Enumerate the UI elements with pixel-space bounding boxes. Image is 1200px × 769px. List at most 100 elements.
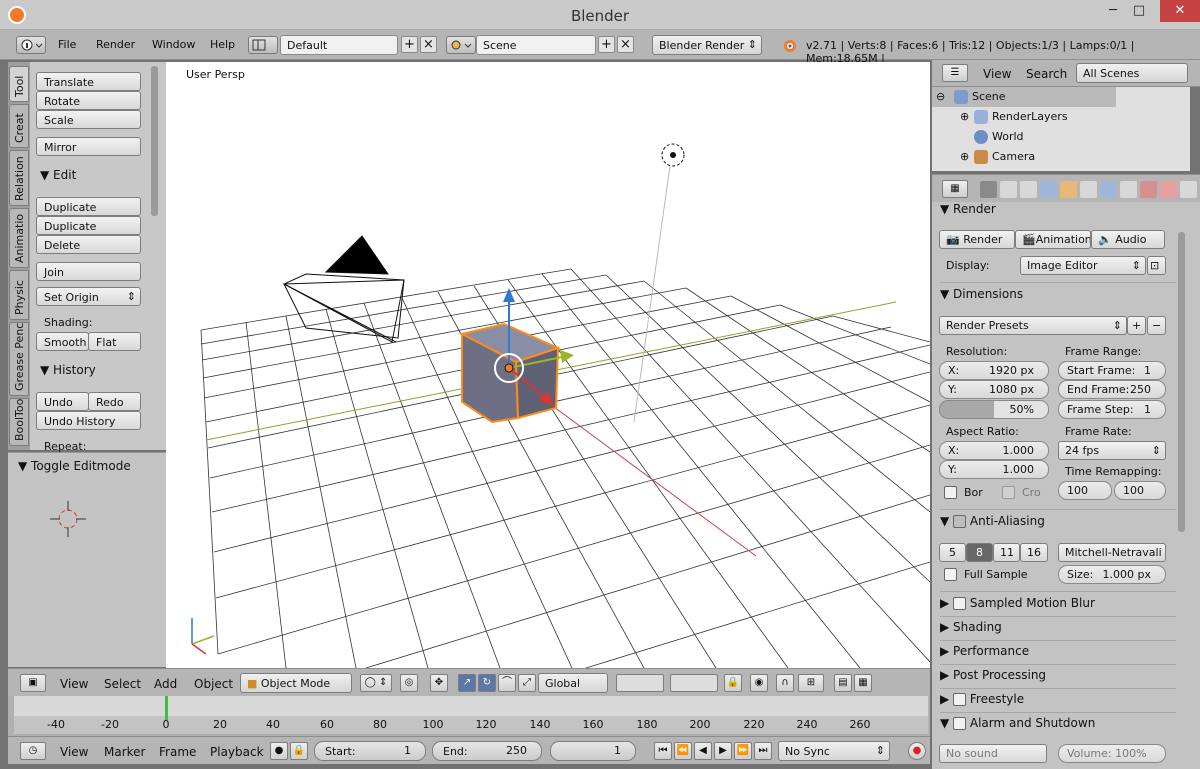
set-origin-select[interactable]: Set Origin ⇕ [36, 287, 141, 306]
duplicate-linked-button[interactable]: Duplicate Linked [36, 216, 141, 246]
properties-scrollbar[interactable] [1177, 230, 1186, 730]
menu-window[interactable]: Window [152, 38, 195, 51]
aa-samples-11[interactable]: 11 [993, 543, 1020, 562]
tab-physics[interactable]: Physic [9, 270, 29, 320]
motion-blur-checkbox[interactable] [953, 597, 967, 610]
undo-button[interactable]: Undo [36, 392, 89, 411]
tab-grease-pencil[interactable]: Grease Penc [9, 322, 29, 396]
jump-keyframe-back-icon[interactable]: ⏪ [674, 742, 692, 760]
menu-object[interactable]: Object [194, 677, 233, 691]
scene-icon[interactable] [446, 36, 476, 54]
scene-layers-grid-b[interactable] [670, 674, 718, 692]
resolution-x-field[interactable]: X: 1920 px [939, 361, 1049, 380]
performance-panel-header[interactable]: ▶ Performance [940, 644, 1029, 658]
opengl-animation-icon[interactable]: ▦ [854, 674, 872, 692]
scrollbar-thumb[interactable] [1178, 232, 1185, 532]
remove-preset-icon[interactable]: − [1147, 316, 1166, 335]
snap-element-icon[interactable]: ⊞ [798, 674, 824, 692]
render-animation-button[interactable]: 🎬Animation [1015, 230, 1091, 249]
tab-tool[interactable]: Tool [9, 66, 29, 102]
current-frame-indicator[interactable] [165, 696, 168, 720]
freestyle-panel-header[interactable]: ▶ Freestyle [940, 692, 1024, 706]
menu-outliner-view[interactable]: View [983, 67, 1011, 81]
editor-type-properties-icon[interactable]: ▦ [942, 180, 968, 198]
history-panel-header[interactable]: ▼ History [40, 363, 96, 377]
menu-view[interactable]: View [60, 677, 88, 691]
menu-playback[interactable]: Playback [210, 745, 264, 759]
current-frame-field[interactable]: 1 [550, 741, 636, 761]
screen-layout-field[interactable]: Default [280, 35, 398, 55]
render-presets-select[interactable]: Render Presets ⇕ [939, 316, 1127, 335]
camera-object[interactable] [282, 235, 405, 343]
aa-samples-5[interactable]: 5 [939, 543, 966, 562]
delete-button[interactable]: Delete [36, 235, 141, 254]
texture-tab-icon[interactable] [1160, 181, 1177, 198]
audio-button[interactable]: 🔈 Audio [1091, 230, 1165, 249]
remove-scene-icon[interactable]: × [617, 36, 634, 53]
translate-button[interactable]: Translate [36, 72, 141, 91]
outliner-item-scene[interactable]: ⊖ Scene [932, 87, 1116, 107]
jump-keyframe-forward-icon[interactable]: ⏩ [734, 742, 752, 760]
aspect-y-field[interactable]: Y: 1.000 [939, 460, 1049, 479]
frame-rate-select[interactable]: 24 fps ⇕ [1058, 441, 1166, 460]
modifiers-tab-icon[interactable] [1100, 181, 1117, 198]
outliner-item-world[interactable]: World [932, 127, 1190, 147]
object-tab-icon[interactable] [1060, 181, 1077, 198]
editor-type-timeline-icon[interactable]: ◷ [20, 742, 46, 760]
aa-samples-8[interactable]: 8 [966, 543, 993, 562]
lock-layers-icon[interactable]: 🔒 [724, 674, 742, 692]
alarm-checkbox[interactable] [953, 717, 967, 730]
anti-aliasing-panel-header[interactable]: ▼ Anti-Aliasing [940, 514, 1045, 528]
timeline-strip[interactable] [14, 696, 928, 716]
tab-booltool[interactable]: BoolToo [9, 398, 29, 446]
add-layout-icon[interactable]: + [401, 36, 418, 53]
menu-outliner-search[interactable]: Search [1026, 67, 1067, 81]
alarm-volume-field[interactable]: Volume: 100% [1058, 744, 1166, 763]
border-checkbox[interactable] [944, 486, 957, 499]
outliner-item-renderlayers[interactable]: ⊕ RenderLayers [932, 107, 1190, 127]
3d-viewport[interactable]: User Persp [166, 62, 930, 668]
scene-layers-grid-a[interactable] [616, 674, 664, 692]
menu-frame[interactable]: Frame [159, 745, 196, 759]
display-select[interactable]: Image Editor ⇕ [1020, 256, 1146, 275]
opengl-render-icon[interactable]: ▤ [834, 674, 852, 692]
editor-type-outliner-icon[interactable]: ☰ [942, 64, 968, 82]
remap-new-field[interactable]: 100 [1114, 481, 1166, 500]
anti-aliasing-checkbox[interactable] [953, 515, 967, 528]
tab-relations[interactable]: Relation [9, 150, 29, 206]
aa-samples-16[interactable]: 16 [1020, 543, 1048, 562]
data-tab-icon[interactable] [1120, 181, 1137, 198]
edit-panel-header[interactable]: ▼ Edit [40, 168, 76, 182]
lamp-object[interactable] [633, 143, 685, 423]
jump-start-icon[interactable]: ⏮ [654, 742, 672, 760]
world-tab-icon[interactable] [1040, 181, 1057, 198]
tab-animation[interactable]: Animatio [9, 208, 29, 268]
menu-help[interactable]: Help [210, 38, 235, 51]
resolution-y-field[interactable]: Y: 1080 px [939, 380, 1049, 399]
render-tab-icon[interactable] [980, 181, 997, 198]
rotate-button[interactable]: Rotate [36, 91, 141, 110]
smooth-button[interactable]: Smooth [36, 332, 89, 351]
menu-file[interactable]: File [58, 38, 76, 51]
scene-tab-icon[interactable] [1020, 181, 1037, 198]
material-tab-icon[interactable] [1140, 181, 1157, 198]
operator-panel-header[interactable]: ▼ Toggle Editmode [18, 459, 131, 473]
play-icon[interactable]: ▶ [714, 742, 732, 760]
render-layers-tab-icon[interactable] [1000, 181, 1017, 198]
post-processing-panel-header[interactable]: ▶ Post Processing [940, 668, 1046, 682]
editor-type-info-icon[interactable] [16, 36, 46, 54]
render-still-button[interactable]: 📷 Render [939, 230, 1015, 249]
remap-old-field[interactable]: 100 [1058, 481, 1112, 500]
render-engine-select[interactable]: Blender Render ⇕ [652, 35, 762, 55]
lock-interface-icon[interactable]: ⊡ [1147, 256, 1166, 275]
outliner-item-camera[interactable]: ⊕ Camera [932, 147, 1190, 167]
add-scene-icon[interactable]: + [598, 36, 615, 53]
alarm-sound-select[interactable]: No sound [939, 744, 1047, 763]
end-frame-property[interactable]: End Frame: 250 [1058, 380, 1166, 399]
alarm-shutdown-panel-header[interactable]: ▼ Alarm and Shutdown [940, 716, 1095, 730]
scene-field[interactable]: Scene [476, 35, 596, 55]
join-button[interactable]: Join [36, 262, 141, 281]
sampled-motion-blur-header[interactable]: ▶ Sampled Motion Blur [940, 596, 1095, 610]
render-panel-header[interactable]: ▼ Render [940, 202, 996, 216]
editor-type-3d-view-icon[interactable]: ▣ [20, 674, 46, 692]
